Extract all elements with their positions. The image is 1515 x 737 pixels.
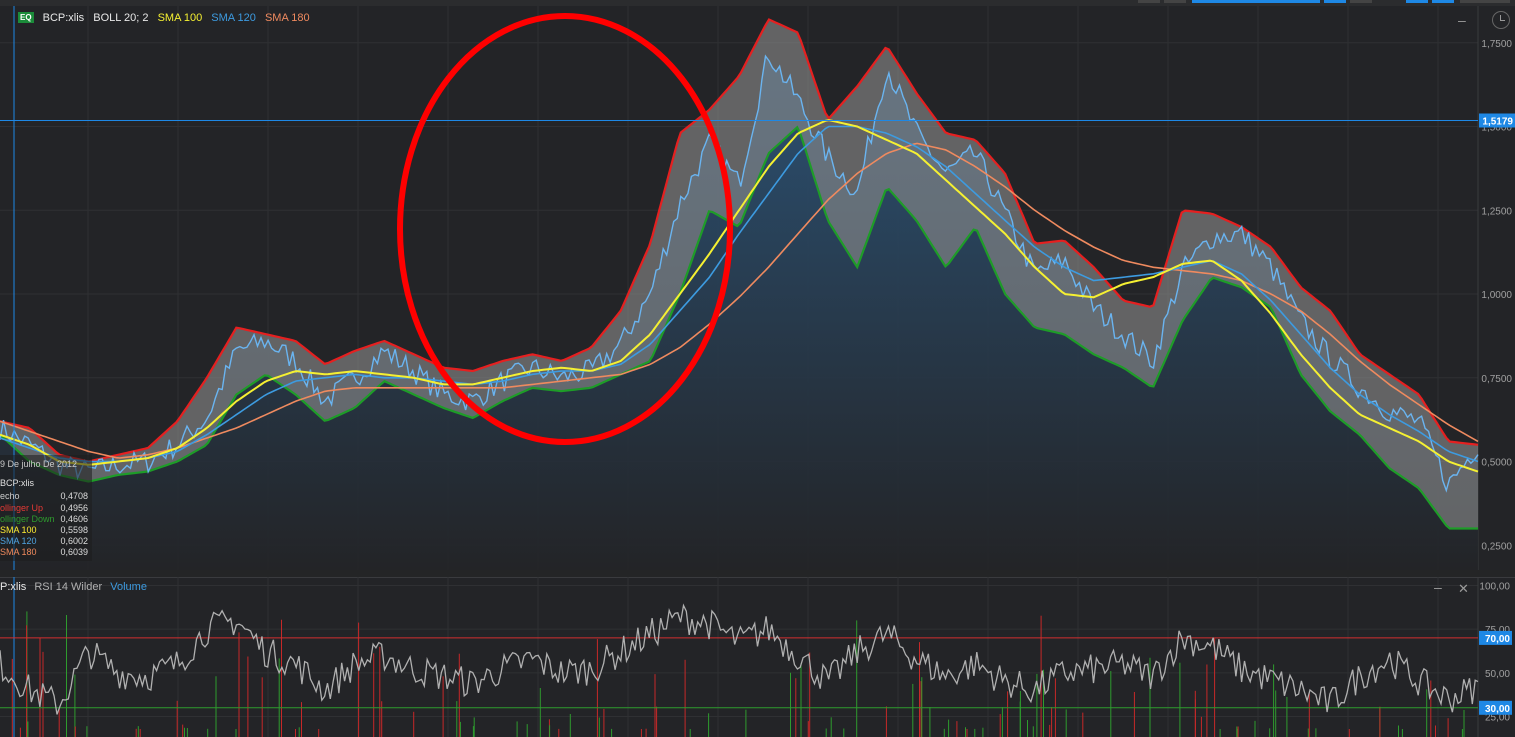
close-icon[interactable]: ✕ xyxy=(1458,581,1469,597)
legend-sma100[interactable]: SMA 100 xyxy=(158,12,203,24)
toolbar-button[interactable] xyxy=(1138,0,1160,3)
tooltip-date: 9 De julho De 2012 xyxy=(0,459,78,469)
oversold-badge-label: 30,00 xyxy=(1485,704,1510,715)
rsi-legend-symbol[interactable]: P:xlis xyxy=(0,581,26,593)
rsi-legend-volume[interactable]: Volume xyxy=(110,581,147,593)
y-tick-label: 1,7500 xyxy=(1481,39,1512,50)
toolbar-button[interactable] xyxy=(1406,0,1428,3)
main-legend: EQ BCP:xlis BOLL 20; 2 SMA 100 SMA 120 S… xyxy=(18,12,316,24)
price-chart[interactable]: 1,75001,50001,25001,00000,75000,50000,25… xyxy=(0,6,1515,570)
rsi-legend-rsi[interactable]: RSI 14 Wilder xyxy=(34,581,102,593)
tooltip-symbol: BCP:xlis xyxy=(0,478,35,488)
legend-symbol[interactable]: BCP:xlis xyxy=(43,12,85,24)
rsi-tick-label: 50,00 xyxy=(1485,669,1510,680)
legend-sma120[interactable]: SMA 120 xyxy=(211,12,256,24)
tooltip-row: SMA 100 0,5598 xyxy=(0,525,88,535)
tooltip-row: SMA 180 0,6039 xyxy=(0,547,88,557)
rsi-chart[interactable]: 100,0075,0050,0025,0070,0030,00 xyxy=(0,577,1515,737)
minimize-main-button[interactable]: – xyxy=(1458,12,1466,28)
y-tick-label: 0,5000 xyxy=(1481,458,1512,469)
last-price-label: 1,5179 xyxy=(1482,117,1513,128)
toolbar-button[interactable] xyxy=(1432,0,1454,3)
toolbar-button[interactable] xyxy=(1164,0,1186,3)
minimize-rsi-button[interactable]: – xyxy=(1434,579,1442,595)
rsi-tick-label: 100,00 xyxy=(1479,581,1510,592)
y-tick-label: 0,2500 xyxy=(1481,541,1512,552)
toolbar-button[interactable] xyxy=(1324,0,1346,3)
tooltip-row: echo 0,4708 xyxy=(0,491,88,501)
rsi-legend: P:xlis RSI 14 Wilder Volume xyxy=(0,581,152,593)
y-tick-label: 1,2500 xyxy=(1481,206,1512,217)
legend-boll[interactable]: BOLL 20; 2 xyxy=(93,12,148,24)
clock-icon[interactable] xyxy=(1492,11,1510,29)
toolbar-button[interactable] xyxy=(1460,0,1510,3)
crosshair-tooltip: 9 De julho De 2012 BCP:xlis echo 0,4708 o… xyxy=(0,455,92,561)
eq-badge: EQ xyxy=(18,12,34,23)
tooltip-row: ollinger Up 0,4956 xyxy=(0,503,88,513)
toolbar-button[interactable] xyxy=(1350,0,1372,3)
legend-sma180[interactable]: SMA 180 xyxy=(265,12,310,24)
tooltip-row: ollinger Down 0,4606 xyxy=(0,514,88,524)
rsi-background xyxy=(0,577,1515,737)
toolbar-active-tab[interactable] xyxy=(1192,0,1320,3)
y-tick-label: 0,7500 xyxy=(1481,374,1512,385)
tooltip-row: SMA 120 0,6002 xyxy=(0,536,88,546)
y-tick-label: 1,0000 xyxy=(1481,290,1512,301)
overbought-badge-label: 70,00 xyxy=(1485,634,1510,645)
